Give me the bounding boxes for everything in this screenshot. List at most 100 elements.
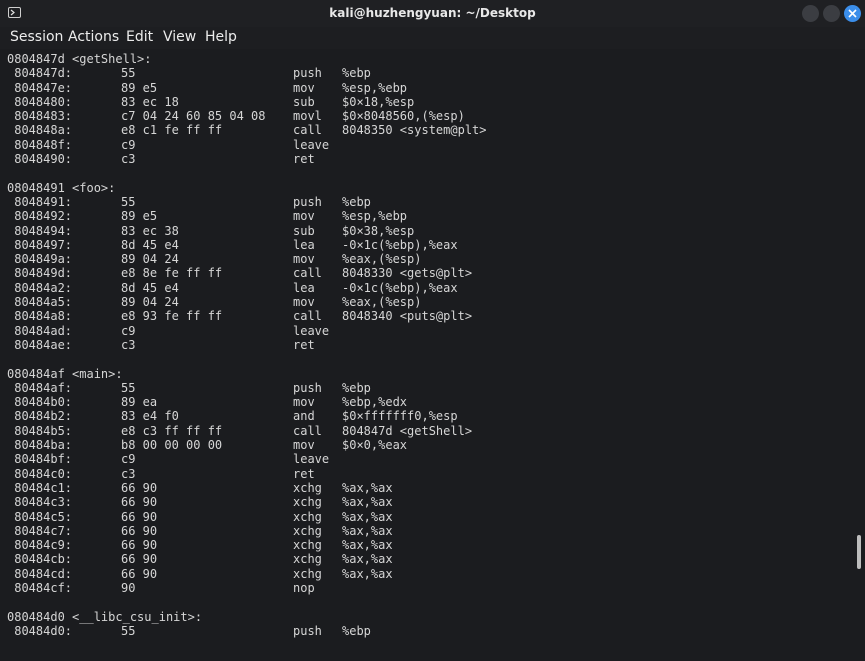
scrollbar-thumb[interactable]: [857, 535, 861, 569]
instruction-address: 804849a:: [7, 252, 73, 267]
instruction-operands: -0×1c(%ebp),%eax: [342, 280, 458, 295]
menu-session[interactable]: Session: [10, 29, 63, 45]
instruction-bytes: 83 ec 38: [121, 223, 179, 238]
instruction-bytes: 89 04 24: [121, 252, 179, 267]
instruction-operands: %ebp: [342, 66, 371, 81]
instruction-address: 80484b5:: [7, 423, 73, 438]
instruction-mnemonic: movl: [293, 109, 322, 124]
instruction-mnemonic: push: [293, 623, 322, 638]
instruction-bytes: c9: [121, 452, 136, 467]
instruction-address: 80484cb:: [7, 552, 73, 567]
instruction-mnemonic: xchg: [293, 480, 322, 495]
instruction-mnemonic: mov: [293, 395, 315, 410]
instruction-address: 80484c3:: [7, 495, 73, 510]
instruction-address: 80484a5:: [7, 295, 73, 310]
instruction-mnemonic: lea: [293, 280, 315, 295]
instruction-address: 80484c7:: [7, 523, 73, 538]
instruction-operands: 8048340 <puts@plt>: [342, 309, 473, 324]
maximize-button[interactable]: [823, 5, 840, 22]
instruction-bytes: e8 93 fe ff ff: [121, 309, 223, 324]
title-bar: kali@huzhengyuan: ~/Desktop: [0, 0, 865, 27]
instruction-address: 80484b0:: [7, 395, 73, 410]
instruction-address: 804848a:: [7, 123, 73, 138]
instruction-bytes: 89 e5: [121, 80, 158, 95]
instruction-operands: %ax,%ax: [342, 495, 393, 510]
minimize-button[interactable]: [802, 5, 819, 22]
close-button[interactable]: [844, 5, 861, 22]
instruction-mnemonic: push: [293, 66, 322, 81]
instruction-operands: $0×18,%esp: [342, 94, 415, 109]
instruction-mnemonic: xchg: [293, 552, 322, 567]
instruction-operands: %ebp: [342, 380, 371, 395]
instruction-mnemonic: leave: [293, 323, 330, 338]
instruction-bytes: c7 04 24 60 85 04 08: [121, 109, 266, 124]
instruction-address: 80484ba:: [7, 438, 73, 453]
menu-edit[interactable]: Edit: [126, 29, 153, 45]
instruction-mnemonic: leave: [293, 137, 330, 152]
menu-help[interactable]: Help: [205, 29, 237, 45]
instruction-mnemonic: xchg: [293, 495, 322, 510]
instruction-mnemonic: xchg: [293, 538, 322, 553]
instruction-mnemonic: lea: [293, 237, 315, 252]
instruction-operands: %ebp: [342, 194, 371, 209]
instruction-operands: -0×1c(%ebp),%eax: [342, 237, 458, 252]
instruction-bytes: 66 90: [121, 566, 158, 581]
instruction-address: 804848f:: [7, 137, 73, 152]
instruction-bytes: 89 ea: [121, 395, 158, 410]
instruction-operands: %ax,%ax: [342, 538, 393, 553]
instruction-address: 80484ad:: [7, 323, 73, 338]
instruction-bytes: 89 04 24: [121, 295, 179, 310]
instruction-address: 80484af:: [7, 380, 73, 395]
instruction-mnemonic: xchg: [293, 509, 322, 524]
instruction-operands: %ebp: [342, 623, 371, 638]
instruction-operands: %ax,%ax: [342, 523, 393, 538]
instruction-address: 8048497:: [7, 237, 73, 252]
instruction-operands: %esp,%ebp: [342, 80, 408, 95]
instruction-address: 8048480:: [7, 94, 73, 109]
instruction-address: 8048490:: [7, 152, 73, 167]
instruction-address: 80484d0:: [7, 623, 73, 638]
instruction-operands: 804847d <getShell>: [342, 423, 473, 438]
instruction-bytes: 66 90: [121, 480, 158, 495]
instruction-operands: %eax,(%esp): [342, 252, 422, 267]
instruction-bytes: 66 90: [121, 495, 158, 510]
instruction-bytes: 55: [121, 380, 136, 395]
instruction-bytes: e8 8e fe ff ff: [121, 266, 223, 281]
instruction-address: 8048492:: [7, 209, 73, 224]
instruction-operands: $0×fffffff0,%esp: [342, 409, 458, 424]
instruction-bytes: 90: [121, 580, 136, 595]
instruction-mnemonic: mov: [293, 438, 315, 453]
instruction-mnemonic: leave: [293, 452, 330, 467]
instruction-address: 80484a2:: [7, 280, 73, 295]
instruction-bytes: 83 ec 18: [121, 94, 179, 109]
instruction-bytes: 8d 45 e4: [121, 280, 179, 295]
instruction-mnemonic: ret: [293, 466, 315, 481]
terminal-output[interactable]: 0804847d <getShell>: 804847d: 55 push %ebp …: [0, 49, 855, 661]
instruction-mnemonic: call: [293, 123, 322, 138]
instruction-address: 804849d:: [7, 266, 73, 281]
instruction-operands: %ax,%ax: [342, 566, 393, 581]
instruction-mnemonic: and: [293, 409, 315, 424]
menu-view[interactable]: View: [163, 29, 196, 45]
instruction-operands: %eax,(%esp): [342, 295, 422, 310]
window-title: kali@huzhengyuan: ~/Desktop: [329, 6, 536, 20]
instruction-mnemonic: call: [293, 309, 322, 324]
instruction-address: 80484bf:: [7, 452, 73, 467]
instruction-operands: $0×0,%eax: [342, 438, 408, 453]
menu-bar: Session Actions Edit View Help: [0, 27, 865, 49]
instruction-mnemonic: sub: [293, 223, 315, 238]
instruction-bytes: 66 90: [121, 523, 158, 538]
instruction-address: 80484c1:: [7, 480, 73, 495]
instruction-address: 80484cf:: [7, 580, 73, 595]
menu-actions[interactable]: Actions: [68, 29, 119, 45]
instruction-address: 8048491:: [7, 194, 73, 209]
instruction-mnemonic: mov: [293, 252, 315, 267]
instruction-bytes: 55: [121, 66, 136, 81]
instruction-operands: %ax,%ax: [342, 509, 393, 524]
instruction-operands: %ax,%ax: [342, 480, 393, 495]
vertical-scrollbar[interactable]: [855, 49, 865, 661]
instruction-mnemonic: mov: [293, 209, 315, 224]
instruction-bytes: 55: [121, 623, 136, 638]
instruction-operands: %esp,%ebp: [342, 209, 408, 224]
instruction-mnemonic: call: [293, 423, 322, 438]
